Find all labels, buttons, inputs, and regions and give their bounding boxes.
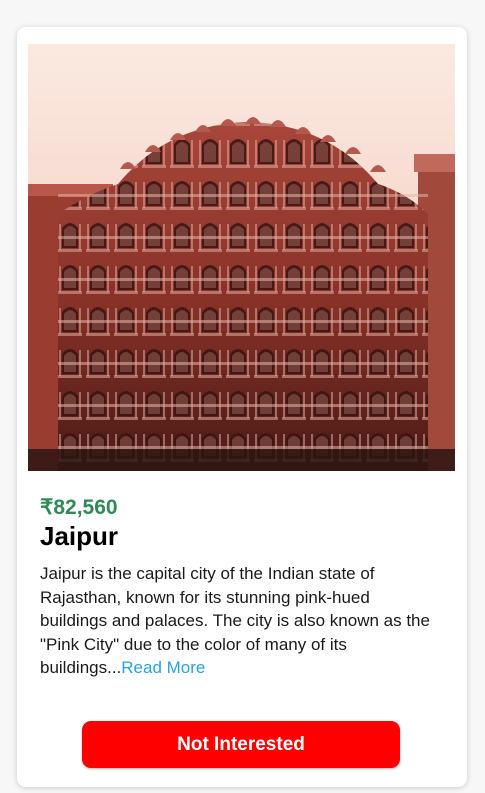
hawa-mahal-image <box>28 44 455 471</box>
destination-title: Jaipur <box>40 521 119 551</box>
price-label: ₹82,560 <box>40 496 118 519</box>
not-interested-button[interactable]: Not Interested <box>82 721 400 768</box>
destination-card: ₹82,560 Jaipur Jaipur is the capital cit… <box>17 27 467 787</box>
description-text: Jaipur is the capital city of the Indian… <box>40 564 430 677</box>
read-more-link[interactable]: Read More <box>121 658 205 677</box>
destination-photo <box>28 44 455 471</box>
destination-description: Jaipur is the capital city of the Indian… <box>40 562 440 680</box>
